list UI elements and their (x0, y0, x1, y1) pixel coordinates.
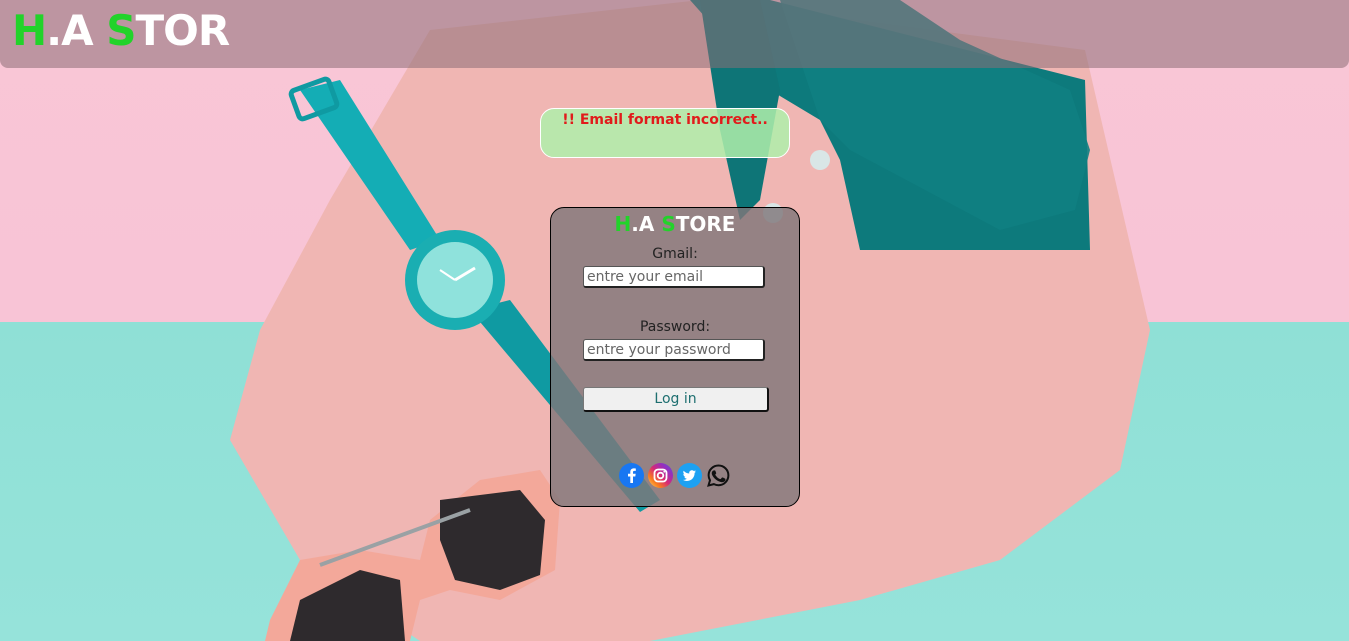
error-message: !! Email format incorrect.. (562, 112, 768, 128)
brand-text-mid: .A (46, 6, 107, 55)
title-initial-s: S (661, 212, 676, 236)
email-field[interactable] (583, 266, 765, 288)
title-text-mid: .A (631, 212, 662, 236)
instagram-icon[interactable] (648, 463, 673, 488)
password-label: Password: (639, 319, 711, 335)
brand-initial-s: S (106, 6, 136, 55)
login-title: H.A STORE (551, 212, 799, 236)
social-links (551, 463, 799, 489)
brand-logo[interactable]: H.A STOR (12, 6, 231, 55)
brand-text-rest: TOR (135, 6, 231, 55)
login-button[interactable]: Log in (583, 387, 769, 412)
login-form: H.A STORE Gmail: Password: Log in (550, 207, 800, 507)
twitter-icon[interactable] (677, 463, 702, 488)
facebook-icon[interactable] (619, 463, 644, 488)
email-label: Gmail: (652, 246, 698, 262)
shirt-button (810, 150, 830, 170)
brand-initial-h: H (12, 6, 47, 55)
whatsapp-icon[interactable] (706, 463, 731, 488)
password-field[interactable] (583, 339, 765, 361)
title-text-rest: TORE (675, 212, 736, 236)
top-navbar: H.A STOR (0, 0, 1349, 68)
page: H.A STOR !! Email format incorrect.. H.A… (0, 0, 1349, 641)
title-initial-h: H (614, 212, 632, 236)
error-alert: !! Email format incorrect.. (540, 108, 790, 158)
